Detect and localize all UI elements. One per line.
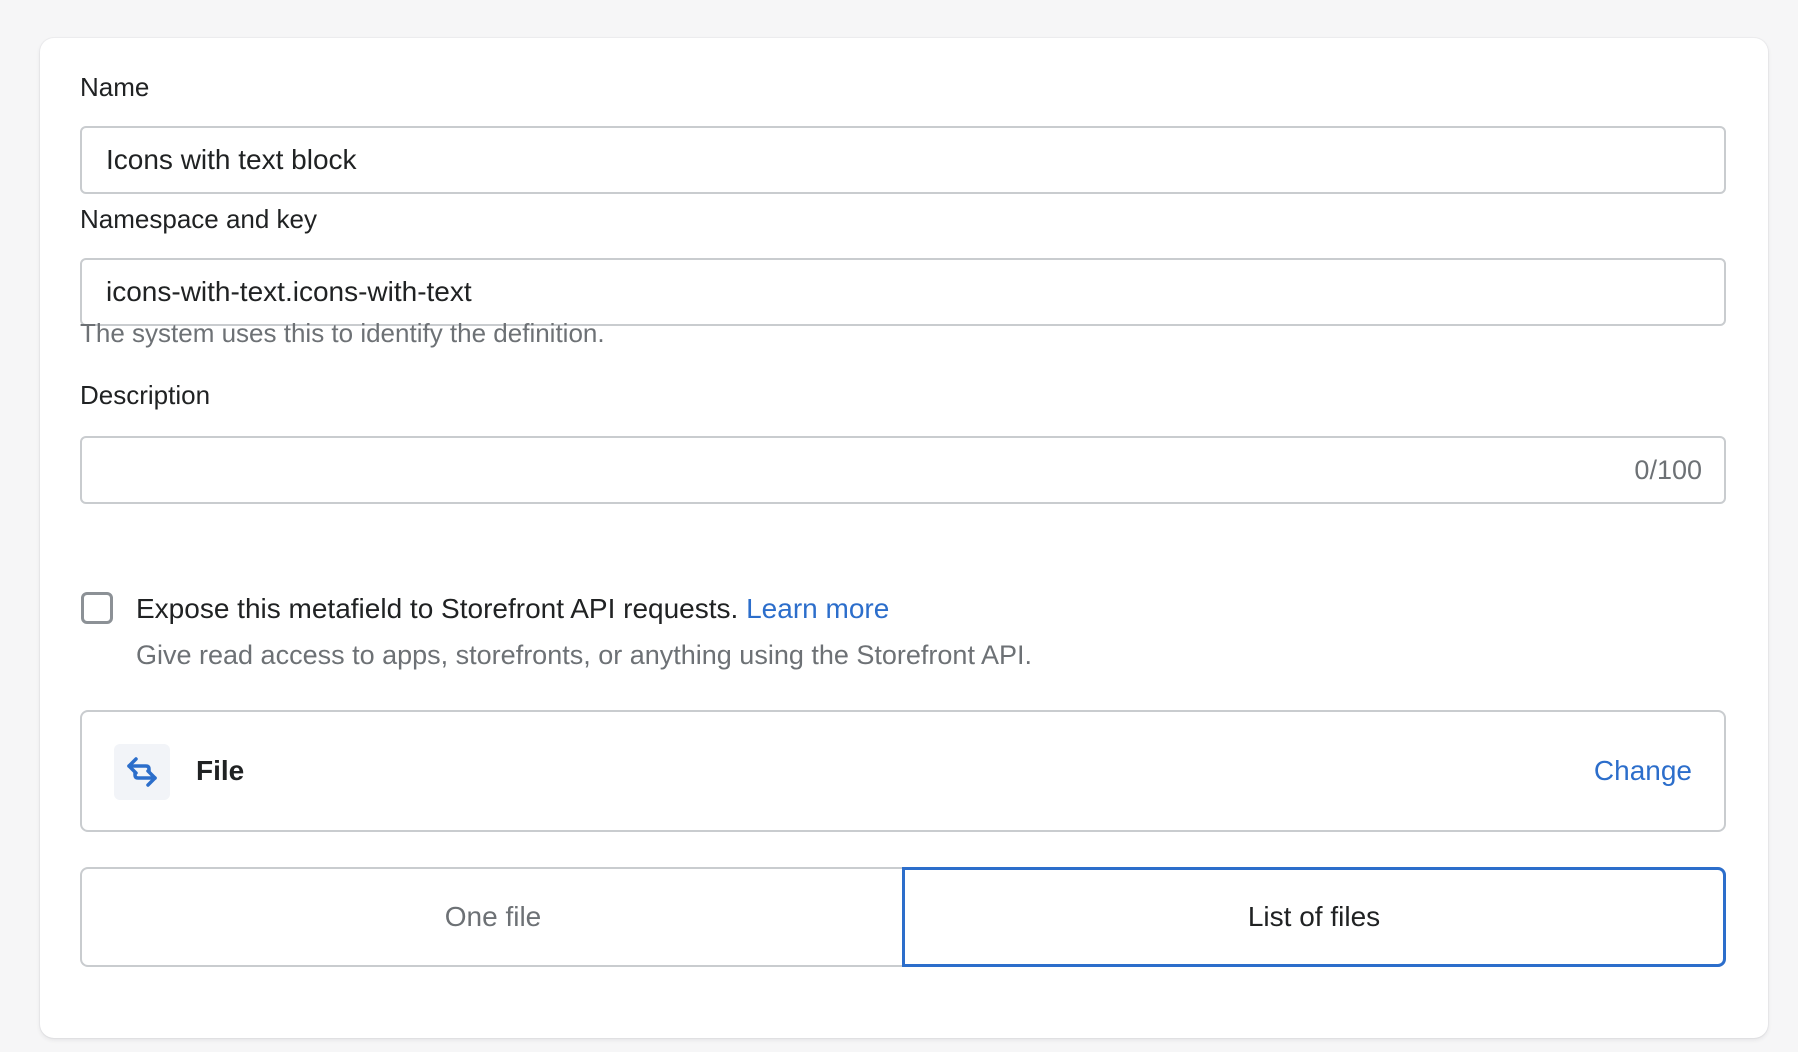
storefront-access-label-text: Expose this metafield to Storefront API … bbox=[136, 593, 739, 624]
list-of-files-option[interactable]: List of files bbox=[902, 867, 1726, 967]
learn-more-link[interactable]: Learn more bbox=[746, 593, 889, 624]
description-character-counter: 0/100 bbox=[1634, 455, 1702, 485]
storefront-access-help-text: Give read access to apps, storefronts, o… bbox=[136, 640, 1032, 670]
namespace-key-label: Namespace and key bbox=[80, 204, 318, 234]
content-type-name: File bbox=[196, 755, 245, 786]
content-type-box: File Change bbox=[80, 710, 1726, 832]
description-field[interactable]: 0/100 bbox=[80, 436, 1726, 504]
namespace-key-help-text: The system uses this to identify the def… bbox=[80, 318, 605, 348]
name-field[interactable]: Icons with text block bbox=[80, 126, 1726, 194]
change-type-button[interactable]: Change bbox=[1594, 712, 1692, 830]
description-label: Description bbox=[80, 380, 211, 410]
swap-arrows-icon-graphic bbox=[127, 757, 157, 787]
swap-arrows-icon bbox=[114, 744, 170, 800]
storefront-access-checkbox[interactable] bbox=[81, 592, 113, 624]
one-file-option[interactable]: One file bbox=[80, 867, 904, 967]
metafield-definition-card: Name Icons with text block Namespace and… bbox=[40, 38, 1768, 1038]
storefront-access-label: Expose this metafield to Storefront API … bbox=[136, 592, 889, 626]
name-label: Name bbox=[80, 72, 150, 102]
name-field-value: Icons with text block bbox=[106, 144, 357, 175]
namespace-key-field[interactable]: icons-with-text.icons-with-text bbox=[80, 258, 1726, 326]
cardinality-toggle: One file List of files bbox=[80, 867, 1726, 967]
namespace-key-field-value: icons-with-text.icons-with-text bbox=[106, 276, 472, 307]
